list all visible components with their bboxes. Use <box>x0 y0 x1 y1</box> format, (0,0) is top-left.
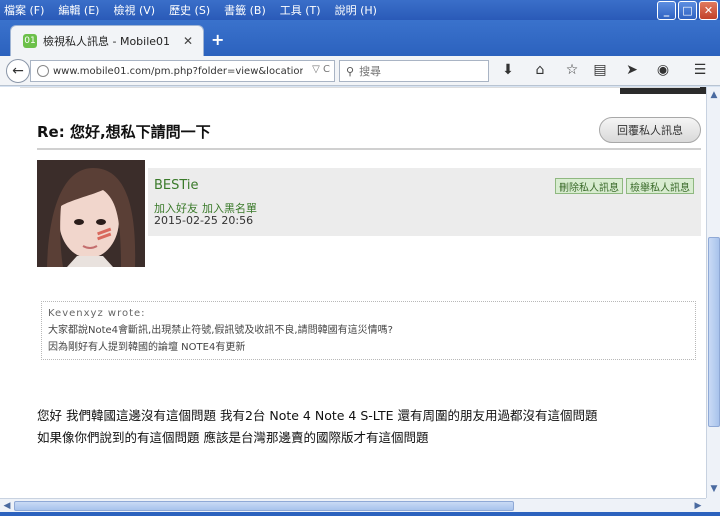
home-icon[interactable]: ⌂ <box>531 62 549 78</box>
quote-line: 大家都說Note4會斷訊,出現禁止符號,假訊號及收訊不良,請問韓國有這災情嗎? <box>48 325 393 336</box>
title-divider <box>37 148 701 150</box>
new-tab-button[interactable]: + <box>211 30 224 49</box>
maximize-button[interactable]: □ <box>678 1 697 20</box>
avatar-photo <box>37 160 145 267</box>
search-input[interactable] <box>359 64 470 78</box>
horizontal-scroll-thumb[interactable] <box>14 501 514 511</box>
menu-view[interactable]: 檢視 (V) <box>113 2 155 18</box>
tab-strip: 01 檢視私人訊息 - Mobile01 ✕ + <box>0 20 720 56</box>
vertical-scrollbar[interactable]: ▲ ▼ <box>706 87 720 498</box>
menu-icon[interactable]: ☰ <box>691 62 709 78</box>
url-dropdown-reload-icons[interactable]: ▽ C <box>312 64 330 75</box>
reply-button[interactable]: 回覆私人訊息 <box>599 117 701 143</box>
quote-line: 因為剛好有人提到韓國的論壇 NOTE4有更新 <box>48 342 246 353</box>
page-title: Re: 您好,想私下請問一下 <box>37 123 211 141</box>
menu-history[interactable]: 歷史 (S) <box>169 2 210 18</box>
tab-active[interactable]: 01 檢視私人訊息 - Mobile01 ✕ <box>10 25 204 56</box>
menu-tools[interactable]: 工具 (T) <box>280 2 321 18</box>
delete-message-button[interactable]: 刪除私人訊息 <box>555 178 623 194</box>
quote-box: Kevenxyz wrote: 大家都說Note4會斷訊,出現禁止符號,假訊號及… <box>41 301 696 360</box>
horizontal-scrollbar[interactable]: ◀ ▶ <box>0 498 706 512</box>
url-text[interactable]: www.mobile01.com/pm.php?folder=view&loca… <box>53 66 303 77</box>
avatar <box>37 160 145 267</box>
vertical-scroll-thumb[interactable] <box>708 237 720 427</box>
menu-bookmarks[interactable]: 書籤 (B) <box>224 2 266 18</box>
chat-icon[interactable]: ◉ <box>654 62 672 78</box>
window-controls: _ □ ✕ <box>657 1 718 20</box>
download-icon[interactable]: ⬇ <box>499 62 517 78</box>
message-body: 您好 我們韓國這邊沒有這個問題 我有2台 Note 4 Note 4 S-LTE… <box>37 405 705 449</box>
minimize-button[interactable]: _ <box>657 1 676 20</box>
message-line: 如果像你們說到的有這個問題 應該是台灣那邊賣的國際版才有這個問題 <box>37 430 429 445</box>
divider <box>20 87 700 90</box>
quote-author: Kevenxyz wrote: <box>48 308 146 319</box>
message-date: 2015-02-25 20:56 <box>154 214 254 227</box>
scroll-left-icon[interactable]: ◀ <box>1 500 13 512</box>
report-message-button[interactable]: 檢舉私人訊息 <box>626 178 694 194</box>
back-button[interactable]: ← <box>6 59 30 83</box>
message-line: 您好 我們韓國這邊沒有這個問題 我有2台 Note 4 Note 4 S-LTE… <box>37 408 598 423</box>
globe-icon <box>37 65 49 77</box>
bookmark-star-icon[interactable]: ☆ <box>563 62 581 78</box>
menu-bar: 檔案 (F) 編輯 (E) 檢視 (V) 歷史 (S) 書籤 (B) 工具 (T… <box>0 0 720 20</box>
scrollbar-corner <box>706 498 720 512</box>
menu-help[interactable]: 說明 (H) <box>335 2 377 18</box>
reading-list-icon[interactable]: ▤ <box>591 62 609 78</box>
scroll-right-icon[interactable]: ▶ <box>692 500 704 512</box>
sender-name[interactable]: BESTie <box>154 178 199 193</box>
page-viewport: Re: 您好,想私下請問一下 回覆私人訊息 BESTie 加入好友 加入黑名單 … <box>0 87 706 498</box>
search-bar[interactable]: ⚲ <box>339 60 489 82</box>
search-icon: ⚲ <box>346 64 355 78</box>
close-window-button[interactable]: ✕ <box>699 1 718 20</box>
navigation-bar: ← www.mobile01.com/pm.php?folder=view&lo… <box>0 56 720 86</box>
window-bottom-edge <box>0 512 720 516</box>
mobile01-favicon-icon: 01 <box>23 34 37 48</box>
tab-title: 檢視私人訊息 - Mobile01 <box>43 35 171 48</box>
back-arrow-icon: ← <box>12 63 24 79</box>
scroll-down-icon[interactable]: ▼ <box>708 483 720 495</box>
url-bar[interactable]: www.mobile01.com/pm.php?folder=view&loca… <box>30 60 335 82</box>
send-icon[interactable]: ➤ <box>623 62 641 78</box>
menu-file[interactable]: 檔案 (F) <box>4 2 44 18</box>
scroll-up-icon[interactable]: ▲ <box>708 89 720 101</box>
menu-edit[interactable]: 編輯 (E) <box>58 2 99 18</box>
tab-close-icon[interactable]: ✕ <box>183 34 193 48</box>
